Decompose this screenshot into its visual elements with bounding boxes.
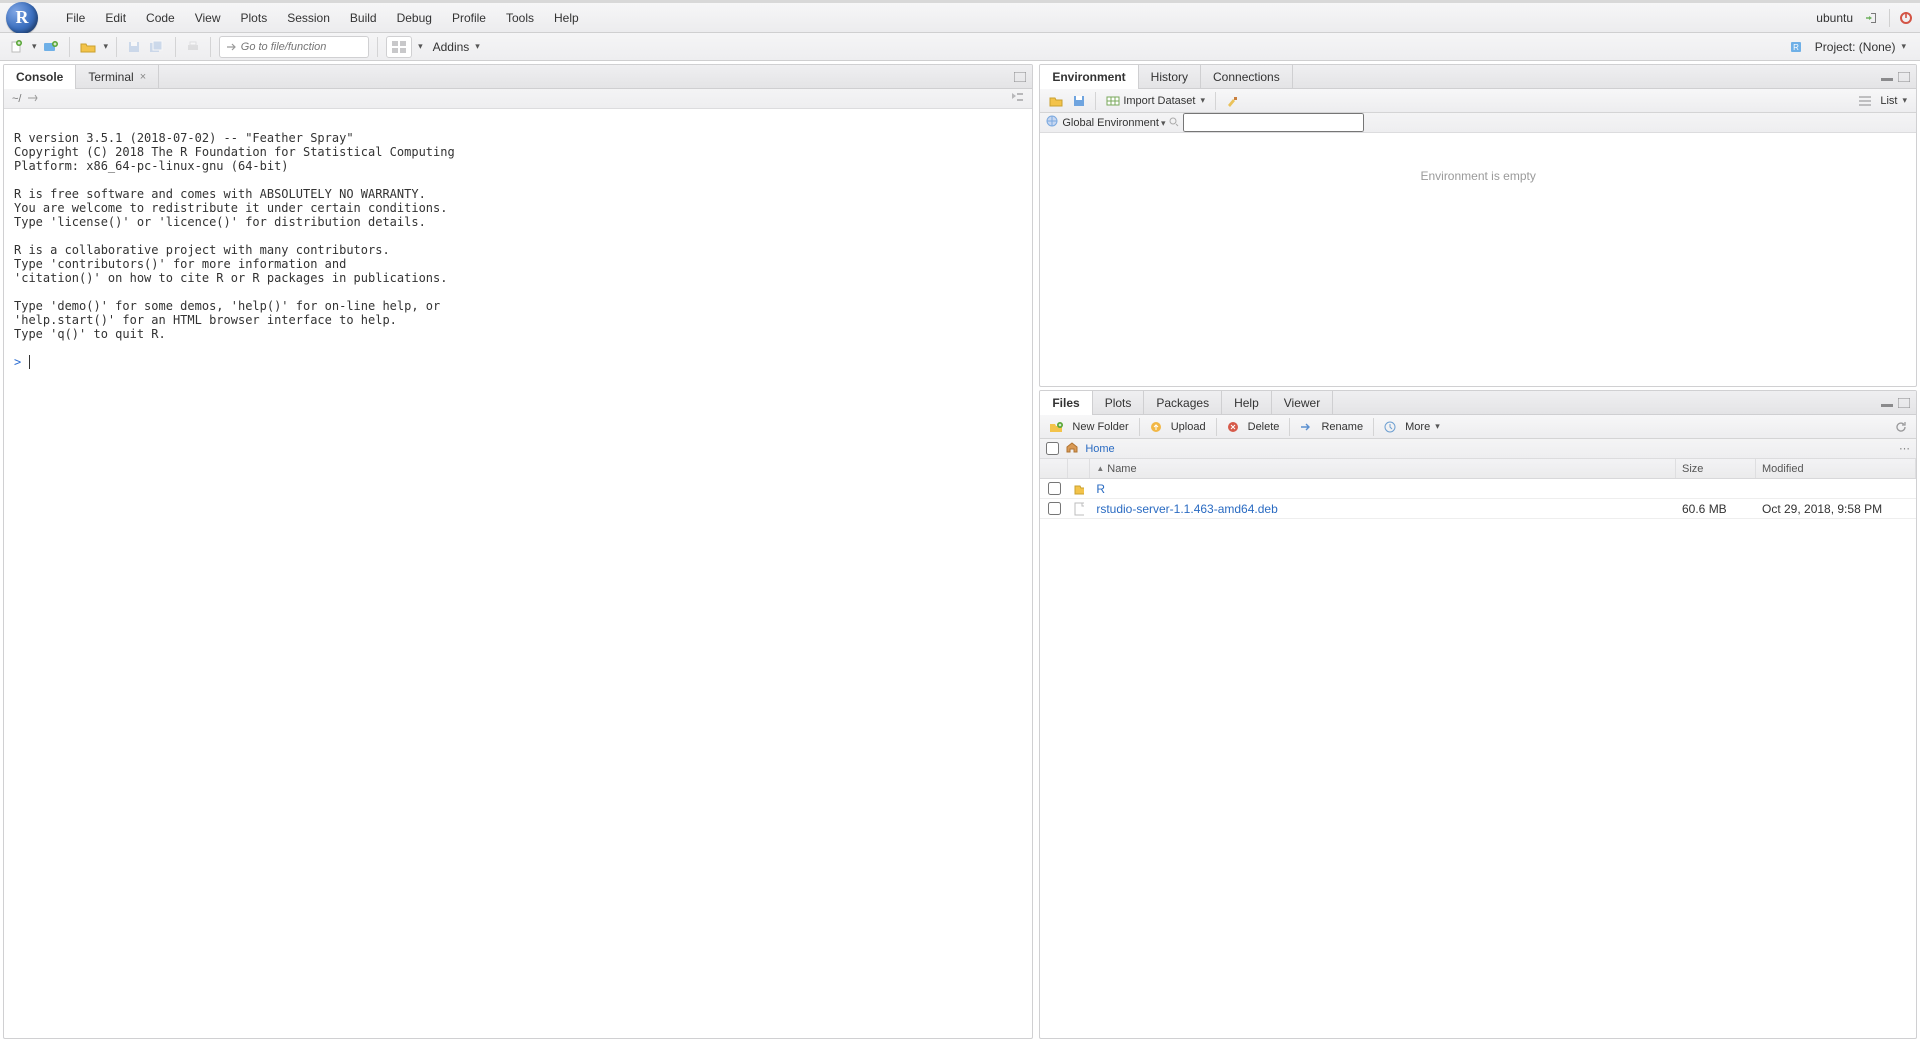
print-icon xyxy=(184,37,202,57)
breadcrumb-home[interactable]: Home xyxy=(1085,443,1114,455)
menu-plots[interactable]: Plots xyxy=(231,5,278,31)
console-output[interactable]: R version 3.5.1 (2018-07-02) -- "Feather… xyxy=(4,109,1032,1038)
files-select-all-checkbox[interactable] xyxy=(1046,442,1059,455)
col-size[interactable]: Size xyxy=(1676,459,1756,478)
more-menu[interactable]: More▾ xyxy=(1381,421,1443,433)
env-body: Environment is empty xyxy=(1040,133,1916,386)
menu-edit[interactable]: Edit xyxy=(95,5,136,31)
close-icon[interactable]: × xyxy=(140,71,146,83)
env-search-input[interactable] xyxy=(1169,113,1363,132)
console-tabbar: Console Terminal× xyxy=(4,65,1032,89)
menu-file[interactable]: File xyxy=(56,5,95,31)
menu-session[interactable]: Session xyxy=(277,5,340,31)
save-icon xyxy=(125,37,143,57)
console-pane: Console Terminal× ~/ R version 3.5.1 (20… xyxy=(3,64,1033,1039)
env-empty-label: Environment is empty xyxy=(1420,169,1535,183)
pane-maximize-icon[interactable] xyxy=(1898,72,1910,82)
project-menu[interactable]: Project: (None)▾ xyxy=(1809,36,1912,58)
tab-connections[interactable]: Connections xyxy=(1201,65,1293,88)
file-checkbox[interactable] xyxy=(1048,502,1061,515)
goto-arrow-icon xyxy=(226,41,237,53)
clear-objects-icon[interactable] xyxy=(1223,95,1243,107)
workspace-panes-icon[interactable] xyxy=(386,36,412,58)
new-file-icon[interactable] xyxy=(8,37,26,57)
tab-files[interactable]: Files xyxy=(1040,391,1092,414)
file-name-link[interactable]: R xyxy=(1096,482,1105,496)
svg-text:R: R xyxy=(1793,43,1799,52)
rename-button[interactable]: Rename xyxy=(1297,421,1366,433)
file-size: 60.6 MB xyxy=(1676,499,1756,518)
tab-packages[interactable]: Packages xyxy=(1144,391,1222,414)
addins-menu[interactable]: Addins▾ xyxy=(427,36,486,58)
open-dir-icon[interactable] xyxy=(27,92,39,105)
menu-code[interactable]: Code xyxy=(136,5,185,31)
goto-file-input[interactable] xyxy=(219,36,369,58)
menubar: R FileEditCodeViewPlotsSessionBuildDebug… xyxy=(0,3,1920,33)
console-path-row: ~/ xyxy=(4,89,1032,109)
save-workspace-icon[interactable] xyxy=(1070,95,1088,107)
project-icon: R xyxy=(1787,37,1805,57)
files-header: ▲Name Size Modified xyxy=(1040,459,1916,479)
menu-debug[interactable]: Debug xyxy=(387,5,442,31)
open-file-icon[interactable] xyxy=(78,37,98,57)
global-toolbar: ▾ ▾ ▾ Addins▾ R Project: (None)▾ xyxy=(0,33,1920,61)
rstudio-logo: R xyxy=(6,2,38,34)
upload-button[interactable]: Upload xyxy=(1147,421,1209,433)
tab-terminal[interactable]: Terminal× xyxy=(76,65,159,88)
files-list: Rrstudio-server-1.1.463-amd64.deb 60.6 MB… xyxy=(1040,479,1916,1038)
menu-build[interactable]: Build xyxy=(340,5,387,31)
col-name[interactable]: ▲Name xyxy=(1090,459,1676,478)
files-pane: Files Plots Packages Help Viewer New Fol… xyxy=(1039,390,1917,1039)
file-checkbox[interactable] xyxy=(1048,482,1061,495)
file-modified xyxy=(1756,479,1916,498)
username-label: ubuntu xyxy=(1812,7,1857,29)
tab-help[interactable]: Help xyxy=(1222,391,1272,414)
tab-history[interactable]: History xyxy=(1139,65,1201,88)
new-folder-button[interactable]: New Folder xyxy=(1046,421,1131,433)
clear-console-icon[interactable] xyxy=(1010,91,1024,106)
pane-minimize-icon[interactable] xyxy=(1881,73,1893,81)
delete-button[interactable]: Delete xyxy=(1224,421,1283,433)
file-size xyxy=(1676,479,1756,498)
env-view-mode[interactable]: List▾ xyxy=(1856,95,1910,107)
menu-help[interactable]: Help xyxy=(544,5,589,31)
new-project-icon[interactable] xyxy=(41,37,61,57)
right-column: Environment History Connections Im xyxy=(1039,64,1917,1039)
tab-console[interactable]: Console xyxy=(4,65,76,88)
folder-icon xyxy=(1068,479,1090,498)
environment-pane: Environment History Connections Im xyxy=(1039,64,1917,387)
quit-icon[interactable] xyxy=(1898,10,1914,26)
main-area: Console Terminal× ~/ R version 3.5.1 (20… xyxy=(0,61,1920,1042)
menu-profile[interactable]: Profile xyxy=(442,5,496,31)
app-window: R FileEditCodeViewPlotsSessionBuildDebug… xyxy=(0,0,1920,1042)
file-row[interactable]: rstudio-server-1.1.463-amd64.deb 60.6 MBO… xyxy=(1040,499,1916,519)
import-dataset-menu[interactable]: Import Dataset▾ xyxy=(1103,95,1208,107)
file-row[interactable]: R xyxy=(1040,479,1916,499)
file-icon xyxy=(1068,499,1090,518)
save-all-icon xyxy=(147,37,167,57)
tab-viewer[interactable]: Viewer xyxy=(1272,391,1333,414)
home-icon[interactable] xyxy=(1065,441,1079,456)
more-ellipsis-icon[interactable]: ⋯ xyxy=(1899,442,1910,455)
working-dir-label: ~/ xyxy=(12,93,21,105)
refresh-icon[interactable] xyxy=(1892,421,1910,433)
env-scope-icon xyxy=(1046,115,1058,130)
menu-view[interactable]: View xyxy=(185,5,231,31)
pane-maximize-icon[interactable] xyxy=(1014,72,1026,82)
pane-minimize-icon[interactable] xyxy=(1881,399,1893,407)
file-modified: Oct 29, 2018, 9:58 PM xyxy=(1756,499,1916,518)
tab-environment[interactable]: Environment xyxy=(1040,65,1138,88)
pane-maximize-icon[interactable] xyxy=(1898,398,1910,408)
env-scope-menu[interactable]: Global Environment▾ xyxy=(1062,117,1165,129)
file-name-link[interactable]: rstudio-server-1.1.463-amd64.deb xyxy=(1096,502,1277,516)
search-icon xyxy=(1169,117,1179,127)
col-modified[interactable]: Modified xyxy=(1756,459,1916,478)
sign-out-icon[interactable] xyxy=(1865,10,1881,26)
tab-plots[interactable]: Plots xyxy=(1093,391,1145,414)
menu-tools[interactable]: Tools xyxy=(496,5,544,31)
load-workspace-icon[interactable] xyxy=(1046,95,1066,107)
